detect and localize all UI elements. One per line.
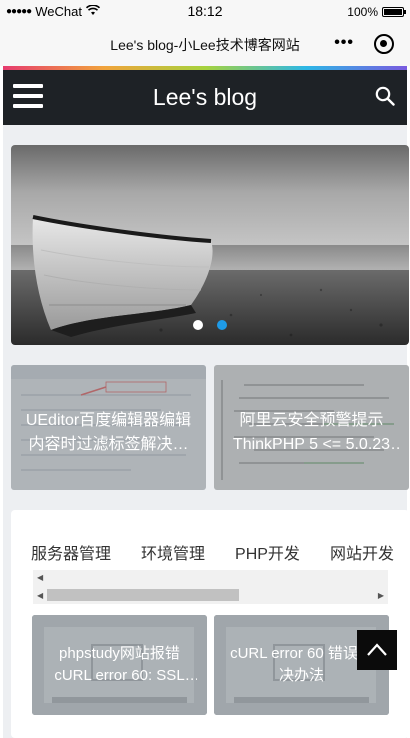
featured-card[interactable]: UEditor百度编辑器编辑内容时过滤标签解决方法 xyxy=(11,365,206,490)
chevron-up-icon xyxy=(367,643,387,656)
status-bar: ●●●●● WeChat 18:12 100% xyxy=(0,0,410,24)
tab-php-dev[interactable]: PHP开发 xyxy=(235,540,300,564)
post-card[interactable]: phpstudy网站报错cURL error 60: SSL certifica… xyxy=(32,615,207,715)
scroll-left-icon[interactable]: ◀ xyxy=(37,573,43,582)
scroll-left-icon[interactable]: ◀ xyxy=(37,591,43,600)
hero-slider[interactable] xyxy=(11,145,409,345)
miniprogram-close-icon[interactable] xyxy=(374,34,394,54)
battery-icon xyxy=(382,7,406,17)
wechat-nav-bar: Lee's blog-小Lee技术博客网站 ••• xyxy=(0,24,410,66)
featured-card[interactable]: 阿里云安全预警提示ThinkPHP 5 <= 5.0.23 远程代码执行漏洞 xyxy=(214,365,409,490)
tab-server-management[interactable]: 服务器管理 xyxy=(31,540,111,564)
slider-dot-active[interactable] xyxy=(217,320,227,330)
battery-percent: 100% xyxy=(347,5,378,19)
post-title: phpstudy网站报错cURL error 60: SSL certifica… xyxy=(54,645,185,684)
featured-title: 阿里云安全预警提示ThinkPHP 5 <= 5.0.23 远程代码执行漏洞 xyxy=(232,412,391,453)
back-to-top-button[interactable] xyxy=(357,630,397,670)
more-dots-icon[interactable]: ••• xyxy=(334,34,354,52)
boat-photo xyxy=(11,145,409,345)
tab-web-dev[interactable]: 网站开发 xyxy=(330,540,394,564)
app-title: Lee's blog xyxy=(152,84,258,110)
post-title: cURL error 60 错误解决办法 xyxy=(230,645,373,684)
featured-title: UEditor百度编辑器编辑内容时过滤标签解决方法 xyxy=(25,412,192,453)
scroll-right-icon[interactable]: ▶ xyxy=(378,591,384,600)
app-header: Lee's blog xyxy=(3,70,407,125)
slider-dot[interactable] xyxy=(193,320,203,330)
search-icon[interactable] xyxy=(375,86,395,106)
scrollbar-thumb[interactable] xyxy=(47,589,239,601)
horizontal-scrollbar[interactable]: ◀ ◀ ▶ xyxy=(33,570,388,604)
tab-environment[interactable]: 环境管理 xyxy=(141,540,205,564)
category-tabs: 服务器管理 环境管理 PHP开发 网站开发 xyxy=(31,540,394,564)
slider-dots xyxy=(11,320,409,330)
